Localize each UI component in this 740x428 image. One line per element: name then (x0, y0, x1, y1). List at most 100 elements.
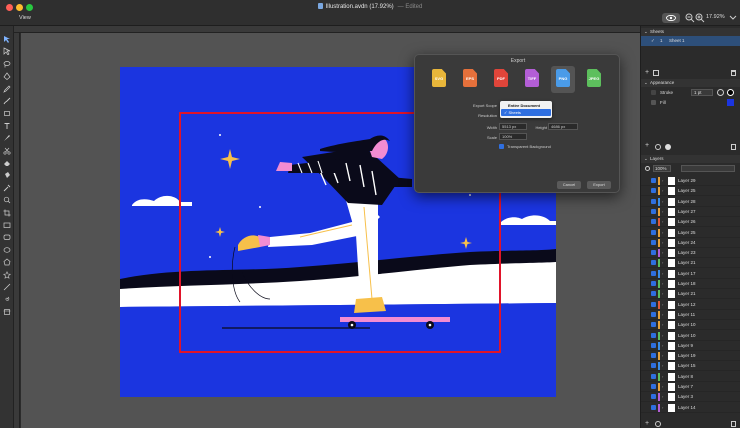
chevron-right-icon[interactable]: › (662, 281, 663, 286)
layer-name[interactable]: Layer 24 (678, 240, 696, 245)
chevron-down-icon[interactable]: ⌄ (644, 79, 648, 87)
chevron-right-icon[interactable]: › (662, 343, 663, 348)
line-icon[interactable] (3, 283, 11, 291)
pen-icon[interactable] (3, 72, 11, 81)
zoom-tool-icon[interactable] (3, 196, 11, 204)
layer-row[interactable]: › Layer 28 (641, 197, 740, 207)
stroke-checkbox[interactable] (651, 90, 656, 95)
chevron-down-icon[interactable]: ⌄ (644, 155, 648, 163)
layer-row[interactable]: › Layer 11 (641, 310, 740, 320)
layer-visibility-checkbox[interactable] (651, 353, 656, 359)
trash-icon[interactable] (731, 421, 736, 427)
layer-name[interactable]: Layer 15 (678, 363, 696, 368)
layer-visibility-checkbox[interactable] (651, 291, 656, 297)
chevron-right-icon[interactable]: › (662, 363, 663, 368)
eraser-icon[interactable] (3, 159, 11, 167)
fill-checkbox[interactable] (651, 100, 656, 105)
layer-name[interactable]: Layer 12 (678, 302, 696, 307)
opacity-field[interactable]: 100% (653, 165, 671, 172)
chevron-right-icon[interactable]: › (662, 271, 663, 276)
fill-color-swatch[interactable] (727, 99, 734, 106)
add-layer-icon[interactable]: + (645, 420, 649, 427)
scissors-icon[interactable] (3, 147, 11, 155)
polygon-icon[interactable] (3, 258, 11, 266)
layer-row[interactable]: › Layer 21 (641, 258, 740, 269)
layer-visibility-checkbox[interactable] (651, 178, 656, 183)
layer-visibility-checkbox[interactable] (651, 250, 656, 256)
lasso-icon[interactable] (3, 60, 11, 68)
export-scope-dropdown[interactable]: Entire Document ✓ Sheets (500, 101, 552, 118)
zoom-level[interactable]: 17.92% (706, 14, 725, 20)
chevron-right-icon[interactable]: › (662, 209, 663, 214)
layer-visibility-checkbox[interactable] (651, 281, 656, 286)
layer-row[interactable]: › Layer 10 (641, 320, 740, 331)
chevron-right-icon[interactable]: › (662, 374, 663, 379)
chevron-right-icon[interactable]: › (662, 240, 663, 245)
layer-name[interactable]: Layer 17 (678, 271, 696, 276)
layer-row[interactable]: › Layer 21 (641, 289, 740, 300)
view-menu[interactable]: View (19, 15, 31, 21)
eraser-shape-icon[interactable] (3, 109, 11, 117)
layer-name[interactable]: Layer 10 (678, 322, 696, 327)
direct-select-icon[interactable] (3, 47, 11, 56)
stroke-settings-icon[interactable] (717, 89, 724, 96)
layer-name[interactable]: Layer 23 (678, 250, 696, 255)
layer-visibility-checkbox[interactable] (651, 270, 656, 276)
layer-name[interactable]: Layer 27 (678, 209, 696, 214)
layer-name[interactable]: Layer 9 (678, 343, 693, 348)
knife-icon[interactable] (3, 134, 11, 142)
layer-row[interactable]: › Layer 9 (641, 341, 740, 351)
chevron-right-icon[interactable]: › (662, 199, 663, 204)
layer-name[interactable]: Layer 26 (678, 219, 696, 224)
chevron-right-icon[interactable]: › (662, 219, 663, 224)
chevron-down-icon[interactable] (729, 15, 737, 21)
chevron-right-icon[interactable]: › (662, 405, 663, 410)
transparent-background-checkbox[interactable] (499, 144, 504, 149)
format-eps-button[interactable]: EPS (463, 69, 477, 87)
layer-name[interactable]: Layer 29 (678, 178, 696, 183)
scale-field[interactable]: 100% (499, 133, 527, 140)
layer-name[interactable]: Layer 19 (678, 353, 696, 358)
ellipse-icon[interactable] (3, 246, 11, 254)
layer-row[interactable]: › Layer 26 (641, 217, 740, 228)
layers-panel-header[interactable]: ⌄ Layers (641, 155, 740, 163)
trash-icon[interactable] (731, 144, 736, 150)
scope-option-entire-document[interactable]: Entire Document (508, 103, 540, 108)
layer-row[interactable]: › Layer 8 (641, 372, 740, 382)
stroke-row[interactable]: Stroke 1 pt (641, 88, 740, 98)
vertical-ruler[interactable] (14, 33, 20, 428)
layer-name[interactable]: Layer 18 (678, 281, 696, 286)
layer-row[interactable]: › Layer 17 (641, 269, 740, 279)
add-fill-icon[interactable] (665, 144, 671, 150)
layer-visibility-checkbox[interactable] (651, 208, 656, 214)
duplicate-sheet-icon[interactable] (653, 70, 659, 76)
select-icon[interactable] (3, 35, 11, 43)
pencil-icon[interactable] (3, 85, 11, 93)
rounded-rectangle-icon[interactable] (3, 233, 11, 241)
brush-icon[interactable] (3, 97, 11, 105)
layer-name[interactable]: Layer 7 (678, 384, 693, 389)
layer-visibility-checkbox[interactable] (651, 384, 656, 389)
layer-visibility-checkbox[interactable] (651, 322, 656, 328)
chevron-right-icon[interactable]: › (662, 188, 663, 193)
trash-icon[interactable] (731, 70, 736, 76)
format-jpeg-button[interactable]: JPEG (587, 69, 601, 87)
chevron-right-icon[interactable]: › (662, 230, 663, 235)
checkmark-icon[interactable]: ✓ (651, 38, 655, 44)
layer-visibility-checkbox[interactable] (651, 260, 656, 266)
chevron-right-icon[interactable]: › (662, 178, 663, 183)
layer-row[interactable]: › Layer 25 (641, 228, 740, 238)
export-button[interactable]: Export (587, 181, 611, 189)
layer-visibility-checkbox[interactable] (651, 219, 656, 225)
layer-row[interactable]: › Layer 3 (641, 392, 740, 403)
layer-name[interactable]: Layer 11 (678, 312, 695, 317)
layer-name[interactable]: Layer 25 (678, 188, 696, 193)
appearance-panel-header[interactable]: ⌄ Appearance (641, 79, 740, 87)
format-svg-button[interactable]: SVG (432, 69, 446, 87)
horizontal-ruler[interactable] (14, 26, 640, 33)
chevron-right-icon[interactable]: › (662, 302, 663, 307)
rectangle-icon[interactable] (3, 221, 11, 229)
layer-name[interactable]: Layer 3 (678, 394, 693, 399)
layer-visibility-checkbox[interactable] (651, 394, 656, 400)
chevron-right-icon[interactable]: › (662, 291, 663, 296)
